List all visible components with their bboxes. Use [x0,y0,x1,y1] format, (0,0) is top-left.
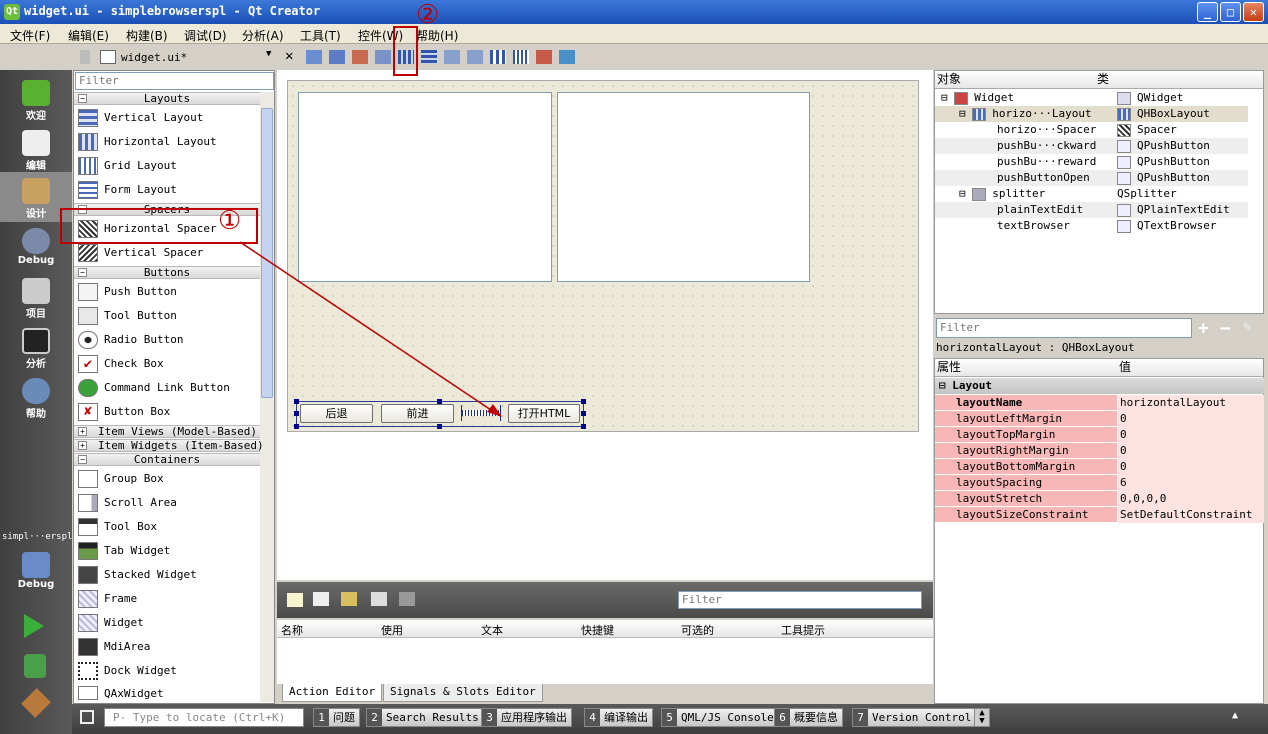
annotation-arrow-head [487,404,502,417]
annotation-arrow-svg [239,241,502,417]
annotation-arrow-line [239,241,495,413]
